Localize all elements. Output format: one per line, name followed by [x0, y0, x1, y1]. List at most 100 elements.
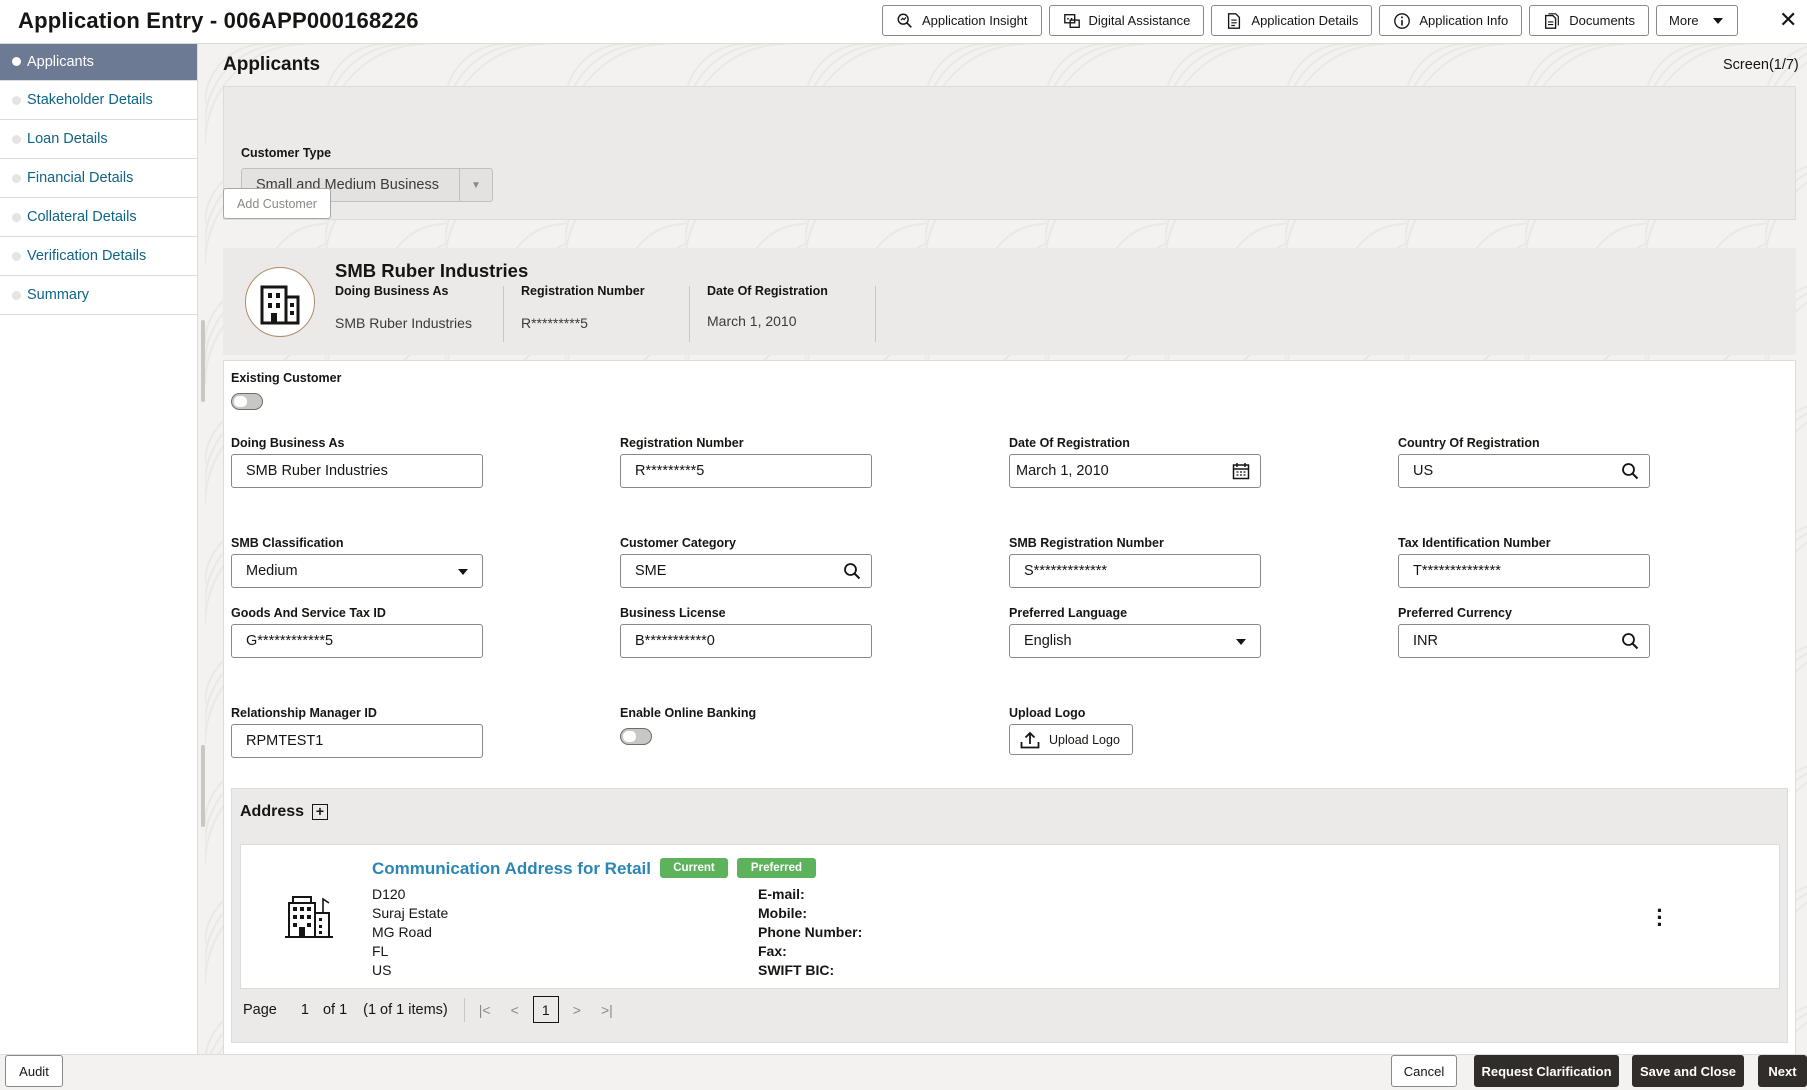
- header-actions: Application Insight Digital Assistance A…: [882, 5, 1738, 36]
- application-insight-button[interactable]: Application Insight: [882, 5, 1042, 36]
- phone-field-label: Phone Number:: [758, 924, 863, 940]
- customer-category-input[interactable]: SME: [620, 554, 872, 588]
- step-indicator-icon: [12, 174, 21, 183]
- add-address-icon[interactable]: +: [312, 804, 328, 820]
- customer-name: SMB Ruber Industries: [335, 260, 529, 281]
- sidebar-item-label: Stakeholder Details: [27, 92, 153, 108]
- sidebar-item-label: Verification Details: [27, 248, 147, 264]
- current-badge: Current: [660, 858, 728, 878]
- sidebar-item-label: Loan Details: [27, 131, 108, 147]
- add-customer-button[interactable]: Add Customer: [223, 188, 331, 219]
- dropdown-arrow-icon: ▼: [459, 169, 492, 201]
- sidebar-item-financial-details[interactable]: Financial Details: [0, 159, 197, 198]
- address-line: FL: [372, 943, 389, 959]
- page-total: of 1: [322, 1001, 348, 1018]
- enable-online-banking-toggle[interactable]: [620, 728, 652, 745]
- digital-assistance-button[interactable]: Digital Assistance: [1048, 5, 1205, 36]
- divider: [463, 997, 465, 1022]
- address-card-title[interactable]: Communication Address for Retail: [372, 859, 651, 879]
- sidebar-item-label: Applicants: [27, 54, 94, 70]
- search-icon[interactable]: [843, 562, 861, 580]
- search-icon[interactable]: [1621, 632, 1639, 650]
- info-icon: [1394, 12, 1411, 29]
- relationship-manager-id-input[interactable]: RPMTEST1: [231, 724, 483, 758]
- sidebar-item-applicants[interactable]: Applicants: [0, 44, 197, 81]
- upload-logo-button[interactable]: Upload Logo: [1009, 724, 1133, 755]
- sidebar-item-collateral-details[interactable]: Collateral Details: [0, 198, 197, 237]
- sidebar-item-loan-details[interactable]: Loan Details: [0, 120, 197, 159]
- sidebar-item-label: Financial Details: [27, 170, 134, 186]
- preferred-language-label: Preferred Language: [1009, 606, 1128, 620]
- address-lines: D120 Suraj Estate MG Road FL US: [372, 885, 448, 980]
- registration-number-label: Registration Number: [620, 436, 744, 450]
- country-of-registration-input[interactable]: US: [1398, 454, 1650, 488]
- smb-registration-number-input[interactable]: S*************: [1009, 554, 1261, 588]
- tax-identification-number-value: T**************: [1413, 563, 1501, 579]
- search-icon[interactable]: [1621, 462, 1639, 480]
- divider: [503, 286, 504, 342]
- upload-logo-button-label: Upload Logo: [1049, 732, 1120, 747]
- country-of-registration-value: US: [1413, 463, 1434, 479]
- footer-bar: Audit Cancel Request Clarification Save …: [0, 1054, 1807, 1090]
- preferred-currency-input[interactable]: INR: [1398, 624, 1650, 658]
- page-number-input[interactable]: 1: [301, 1002, 309, 1018]
- next-page-icon[interactable]: >: [573, 1002, 581, 1018]
- document-icon: [1228, 12, 1241, 29]
- kebab-menu-icon[interactable]: · · ·: [1656, 900, 1664, 936]
- existing-customer-toggle[interactable]: [231, 393, 263, 410]
- smb-classification-label: SMB Classification: [231, 536, 344, 550]
- address-section: Address + Communication Address for Reta…: [231, 788, 1788, 1043]
- calendar-icon[interactable]: [1232, 462, 1250, 480]
- smb-registration-number-label: SMB Registration Number: [1009, 536, 1164, 550]
- address-section-title: Address: [240, 803, 305, 820]
- business-license-label: Business License: [620, 606, 726, 620]
- sidebar-item-stakeholder-details[interactable]: Stakeholder Details: [0, 81, 197, 120]
- cancel-button[interactable]: Cancel: [1391, 1055, 1457, 1087]
- gst-id-input[interactable]: G************5: [231, 624, 483, 658]
- step-indicator-icon: [12, 96, 21, 105]
- fax-field-label: Fax:: [758, 943, 787, 959]
- close-icon[interactable]: ✕: [1779, 7, 1797, 33]
- address-line: US: [372, 962, 392, 978]
- address-line: Suraj Estate: [372, 905, 449, 921]
- current-page-button[interactable]: 1: [532, 996, 559, 1023]
- preferred-currency-label: Preferred Currency: [1398, 606, 1512, 620]
- email-field-label: E-mail:: [758, 886, 805, 902]
- dba-value: SMB Ruber Industries: [246, 463, 388, 479]
- smb-classification-select[interactable]: Medium: [231, 554, 483, 588]
- page-title: Applicants: [223, 54, 321, 75]
- registration-number-input[interactable]: R*********5: [620, 454, 872, 488]
- items-count: (1 of 1 items): [363, 1001, 448, 1018]
- date-of-registration-value: March 1, 2010: [1016, 463, 1109, 479]
- documents-button[interactable]: Documents: [1529, 5, 1650, 36]
- dba-input[interactable]: SMB Ruber Industries: [231, 454, 483, 488]
- last-page-icon[interactable]: >|: [601, 1002, 613, 1018]
- screen-indicator: Screen(1/7): [1723, 57, 1799, 73]
- smb-registration-number-value: S*************: [1024, 563, 1108, 579]
- preferred-language-select[interactable]: English: [1009, 624, 1261, 658]
- application-info-button[interactable]: Application Info: [1379, 5, 1523, 36]
- date-of-registration-input[interactable]: March 1, 2010: [1009, 454, 1261, 488]
- business-license-input[interactable]: B***********0: [620, 624, 872, 658]
- request-clarification-button[interactable]: Request Clarification: [1474, 1055, 1619, 1087]
- customer-category-label: Customer Category: [620, 536, 736, 550]
- office-building-icon: [285, 896, 333, 938]
- registration-number-summary-label: Registration Number: [521, 284, 645, 298]
- sidebar-item-verification-details[interactable]: Verification Details: [0, 237, 197, 276]
- enable-online-banking-label: Enable Online Banking: [620, 706, 757, 720]
- tax-identification-number-input[interactable]: T**************: [1398, 554, 1650, 588]
- next-button[interactable]: Next: [1758, 1055, 1807, 1087]
- sidebar-item-summary[interactable]: Summary: [0, 276, 197, 315]
- save-and-close-button[interactable]: Save and Close: [1632, 1055, 1744, 1087]
- customer-type-panel: Customer Type Small and Medium Business …: [223, 86, 1796, 220]
- address-card: Communication Address for Retail Current…: [240, 844, 1780, 989]
- audit-button[interactable]: Audit: [5, 1055, 63, 1087]
- app-title: Application Entry - 006APP000168226: [18, 8, 419, 33]
- sidebar-item-label: Summary: [27, 287, 90, 303]
- more-menu-button[interactable]: More: [1656, 5, 1738, 36]
- customer-type-label: Customer Type: [241, 146, 332, 160]
- first-page-icon[interactable]: |<: [479, 1002, 491, 1018]
- application-details-button[interactable]: Application Details: [1211, 5, 1373, 36]
- previous-page-icon[interactable]: <: [511, 1002, 519, 1018]
- customer-category-value: SME: [635, 563, 667, 579]
